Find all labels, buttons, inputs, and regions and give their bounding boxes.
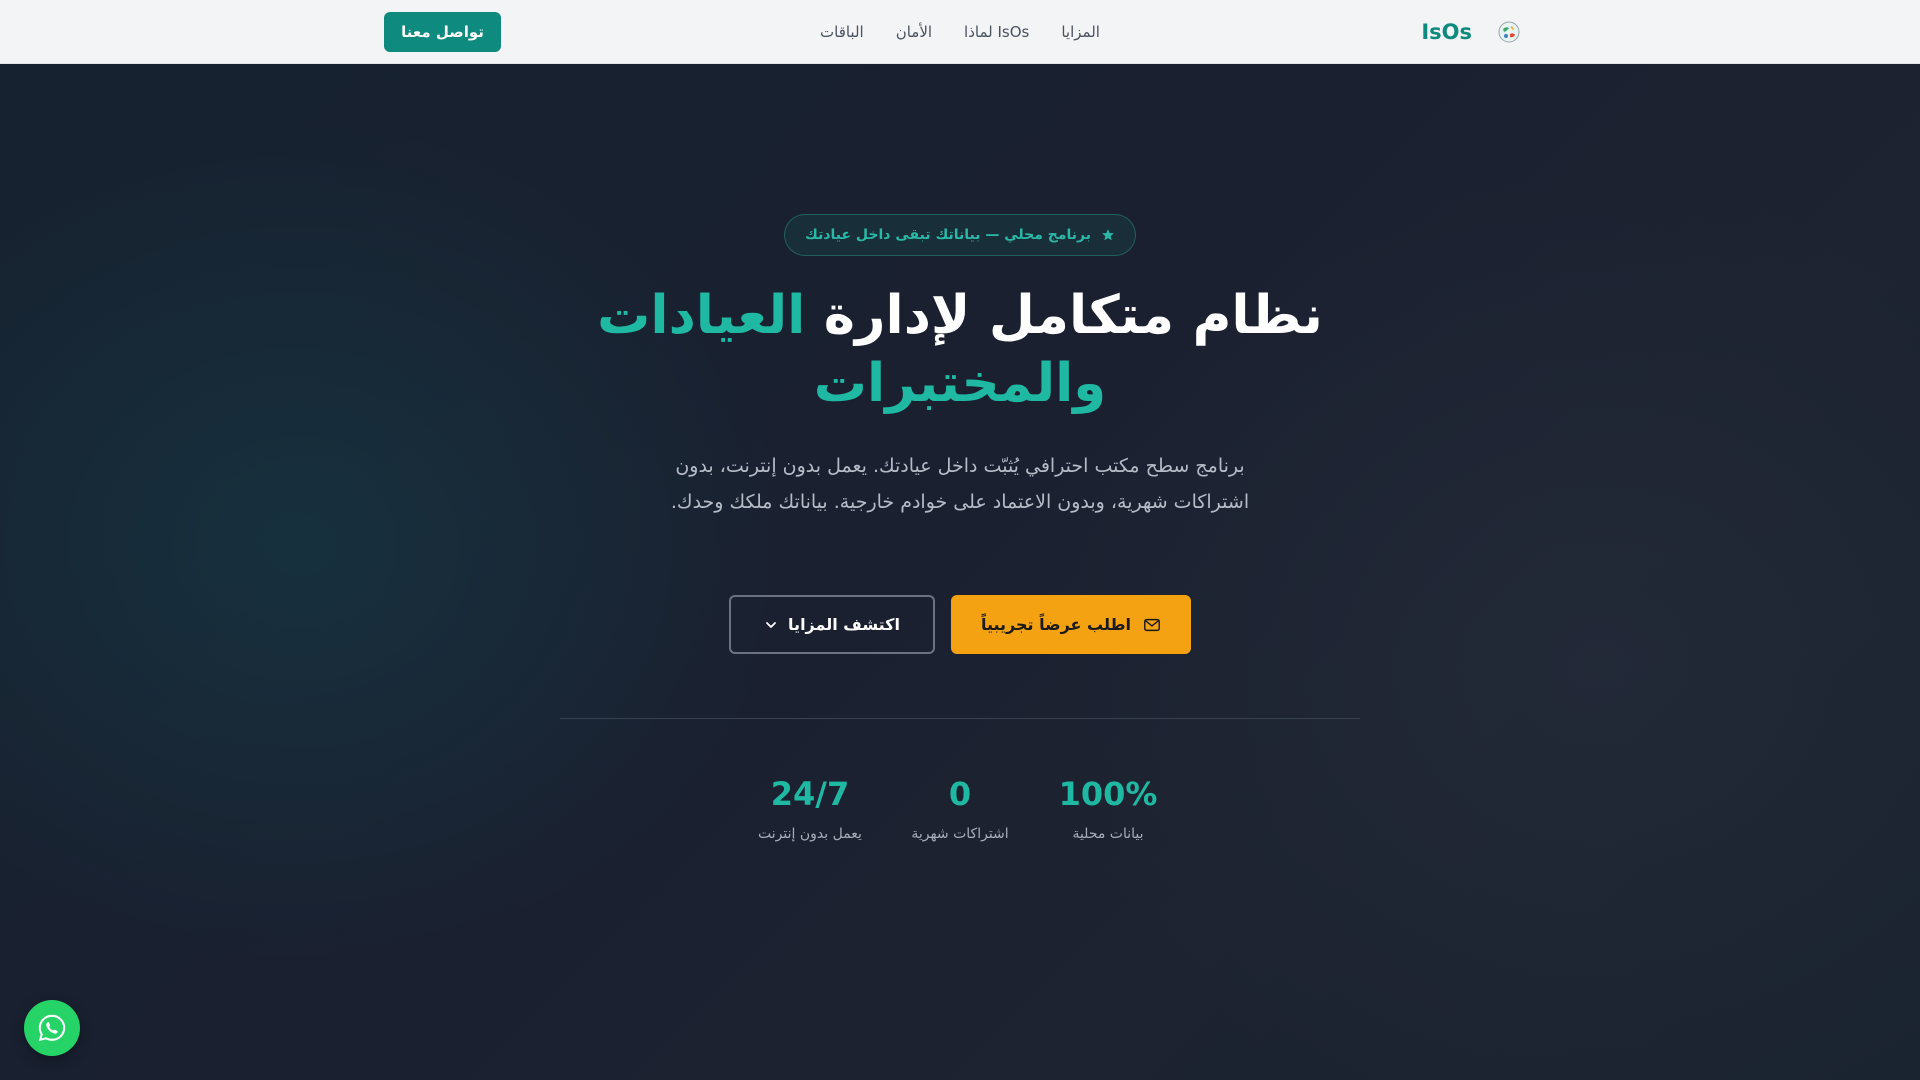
main-nav: الباقات الأمان لماذا IsOs المزايا xyxy=(820,0,1100,64)
hero-subtitle: برنامج سطح مكتب احترافي يُثبّت داخل عياد… xyxy=(670,455,1250,513)
hero-badge: برنامج محلي — بياناتك تبقى داخل عيادتك xyxy=(784,214,1136,256)
stat-value: 100% xyxy=(1058,775,1158,813)
stat-subscriptions: 0 اشتراكات شهرية xyxy=(890,770,1030,844)
discover-features-label: اكتشف المزايا xyxy=(788,615,900,634)
contact-us-button[interactable]: تواصل معنا xyxy=(384,12,501,52)
mail-icon xyxy=(1144,618,1160,631)
stat-label: اشتراكات شهرية xyxy=(911,826,1009,842)
globe-logo-icon xyxy=(1498,21,1520,43)
nav-link-security[interactable]: الأمان xyxy=(896,23,932,41)
request-demo-button[interactable]: اطلب عرضاً تجريبياً xyxy=(951,595,1191,654)
stat-value: 24/7 xyxy=(770,775,850,813)
hero-actions: اكتشف المزايا اطلب عرضاً تجريبياً xyxy=(729,595,1191,654)
stat-local-data: 100% بيانات محلية xyxy=(1038,770,1178,844)
whatsapp-icon xyxy=(38,1014,66,1042)
discover-features-button[interactable]: اكتشف المزايا xyxy=(729,595,935,654)
stat-label: يعمل بدون إنترنت xyxy=(758,826,862,842)
whatsapp-button[interactable] xyxy=(24,1000,80,1056)
nav-link-plans[interactable]: الباقات xyxy=(820,23,864,41)
brand[interactable]: IsOs xyxy=(1421,0,1520,64)
chevron-down-icon xyxy=(766,621,776,628)
hero-divider xyxy=(560,718,1360,719)
hero-title: نظام متكامل لإدارة العيادات والمختبرات xyxy=(480,282,1440,418)
hero-title-main: نظام متكامل لإدارة xyxy=(823,285,1323,346)
nav-link-features[interactable]: المزايا xyxy=(1061,23,1100,41)
stat-value: 0 xyxy=(948,775,972,813)
stat-label: بيانات محلية xyxy=(1072,826,1144,842)
hero-badge-text: برنامج محلي — بياناتك تبقى داخل عيادتك xyxy=(805,227,1091,243)
star-icon xyxy=(1102,229,1114,241)
stats-row: 24/7 يعمل بدون إنترنت 0 اشتراكات شهرية 1… xyxy=(740,770,1180,850)
brand-name: IsOs xyxy=(1421,20,1472,44)
nav-link-why-isos[interactable]: لماذا IsOs xyxy=(964,23,1029,41)
stat-offline: 24/7 يعمل بدون إنترنت xyxy=(740,770,880,844)
top-navbar: IsOs الباقات الأمان لماذا IsOs المزايا ت… xyxy=(0,0,1920,64)
request-demo-label: اطلب عرضاً تجريبياً xyxy=(980,615,1132,634)
